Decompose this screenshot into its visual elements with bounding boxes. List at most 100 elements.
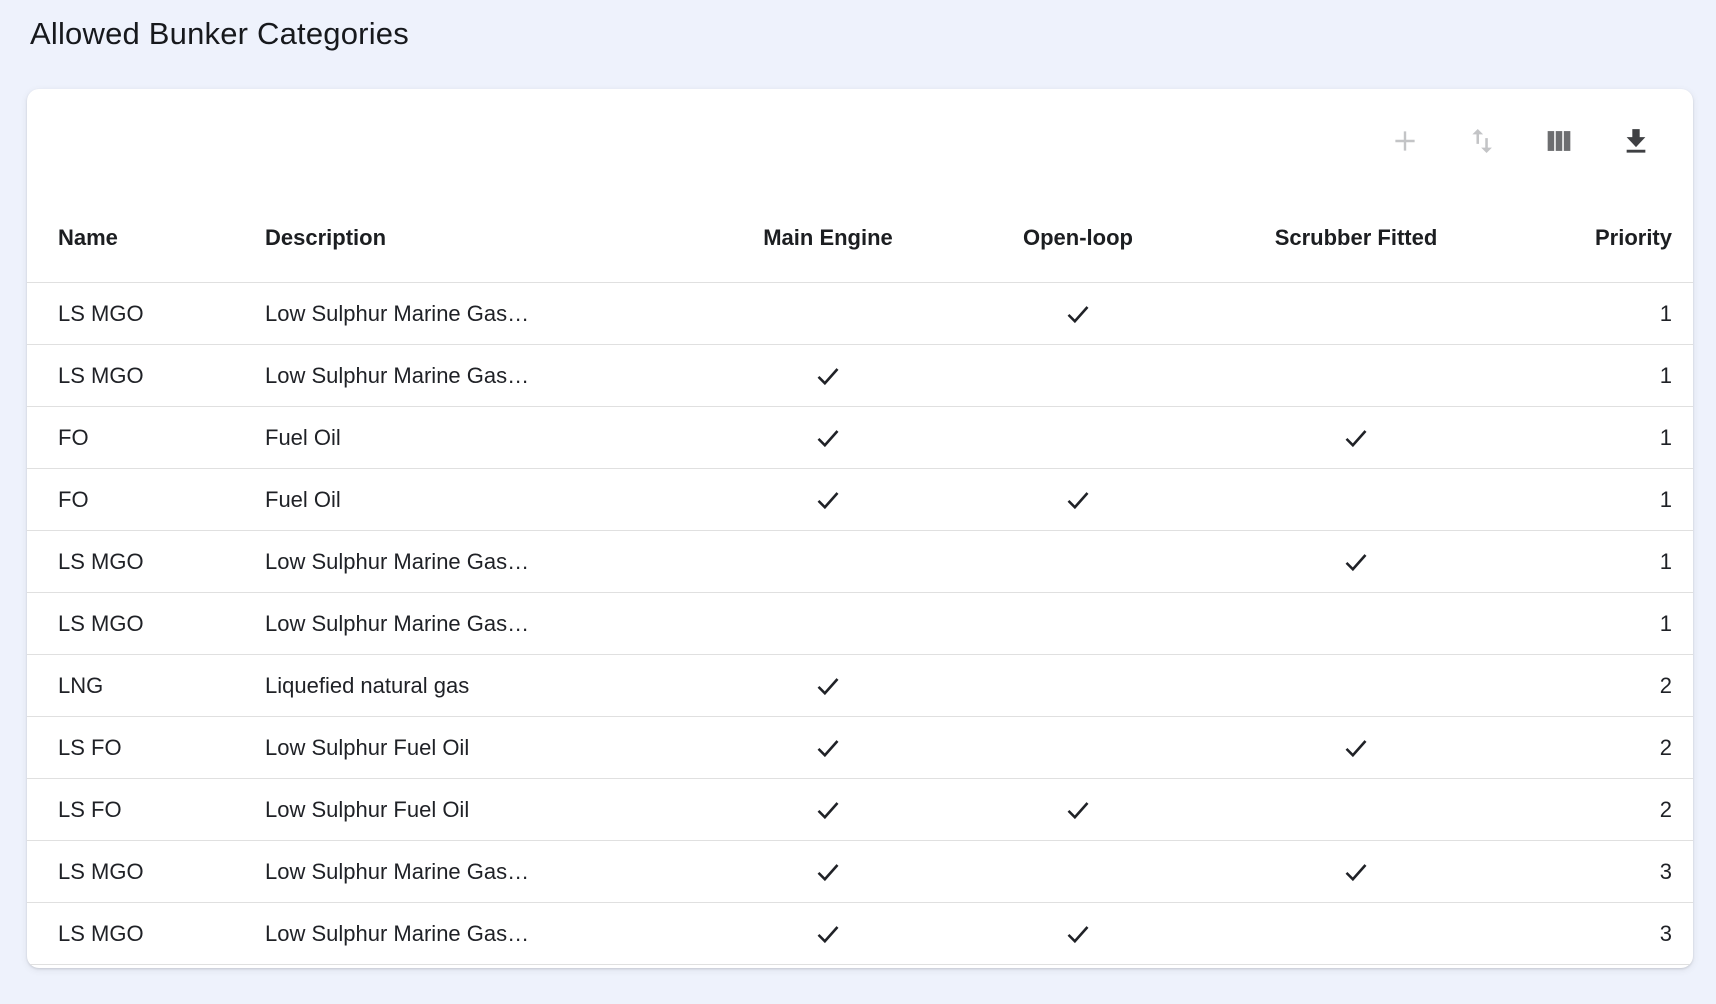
- cell-name: FO: [27, 407, 234, 468]
- cell-name: LS FO: [27, 717, 234, 778]
- check-icon: [1063, 795, 1093, 825]
- cell-main-engine: [654, 407, 1002, 468]
- cell-main-engine: [654, 593, 1002, 654]
- cell-priority: 1: [1558, 407, 1693, 468]
- download-icon: [1619, 124, 1653, 158]
- table-row[interactable]: LNG Liquefied natural gas: [27, 655, 1693, 717]
- cell-main-engine: [654, 531, 1002, 592]
- cell-scrubber-fitted: [1154, 407, 1558, 468]
- cell-open-loop: [1002, 655, 1154, 716]
- cell-description: Low Sulphur Marine Gas…: [234, 593, 654, 654]
- cell-open-loop: [1002, 531, 1154, 592]
- cell-scrubber-fitted: [1154, 903, 1558, 964]
- cell-name: LS MGO: [27, 283, 234, 344]
- cell-priority: 1: [1558, 469, 1693, 530]
- check-icon: [813, 361, 843, 391]
- table-row[interactable]: LS MGO Low Sulphur Marine Gas…: [27, 903, 1693, 965]
- cell-main-engine: [654, 345, 1002, 406]
- cell-open-loop: [1002, 841, 1154, 902]
- cell-priority: 1: [1558, 345, 1693, 406]
- check-icon: [1341, 547, 1371, 577]
- columns-button[interactable]: [1539, 121, 1579, 161]
- cell-priority: 2: [1558, 717, 1693, 778]
- check-icon: [813, 795, 843, 825]
- table-header: Name Description Main Engine Open-loop S…: [27, 193, 1693, 283]
- table-row[interactable]: LS MGO Low Sulphur Marine Gas…: [27, 841, 1693, 903]
- cell-main-engine: [654, 717, 1002, 778]
- cell-scrubber-fitted: [1154, 531, 1558, 592]
- cell-open-loop: [1002, 469, 1154, 530]
- cell-main-engine: [654, 469, 1002, 530]
- cell-scrubber-fitted: [1154, 717, 1558, 778]
- cell-name: FO: [27, 469, 234, 530]
- check-icon: [1341, 423, 1371, 453]
- cell-priority: 3: [1558, 903, 1693, 964]
- bunker-categories-card: Name Description Main Engine Open-loop S…: [27, 89, 1693, 968]
- cell-open-loop: [1002, 903, 1154, 964]
- check-icon: [813, 733, 843, 763]
- cell-priority: 3: [1558, 841, 1693, 902]
- check-icon: [1063, 919, 1093, 949]
- check-icon: [1341, 857, 1371, 887]
- cell-open-loop: [1002, 407, 1154, 468]
- sort-button[interactable]: [1462, 121, 1502, 161]
- cell-scrubber-fitted: [1154, 593, 1558, 654]
- check-icon: [1063, 299, 1093, 329]
- cell-description: Low Sulphur Fuel Oil: [234, 717, 654, 778]
- cell-open-loop: [1002, 779, 1154, 840]
- cell-description: Low Sulphur Marine Gas…: [234, 841, 654, 902]
- cell-name: LS MGO: [27, 903, 234, 964]
- check-icon: [1063, 485, 1093, 515]
- columns-icon: [1542, 124, 1576, 158]
- cell-open-loop: [1002, 283, 1154, 344]
- table-row[interactable]: LS FO Low Sulphur Fuel Oil: [27, 779, 1693, 841]
- table-row[interactable]: FO Fuel Oil: [27, 469, 1693, 531]
- table-row[interactable]: LS MGO Low Sulphur Marine Gas…: [27, 593, 1693, 655]
- check-icon: [1341, 733, 1371, 763]
- cell-name: LS FO: [27, 779, 234, 840]
- cell-name: LNG: [27, 655, 234, 716]
- cell-description: Low Sulphur Marine Gas…: [234, 903, 654, 964]
- cell-main-engine: [654, 283, 1002, 344]
- table-row[interactable]: LS MGO Low Sulphur Marine Gas…: [27, 283, 1693, 345]
- cell-description: Liquefied natural gas: [234, 655, 654, 716]
- cell-main-engine: [654, 841, 1002, 902]
- table-row[interactable]: LS FO Low Sulphur Fuel Oil: [27, 717, 1693, 779]
- column-header-description[interactable]: Description: [234, 193, 654, 282]
- cell-description: Fuel Oil: [234, 469, 654, 530]
- cell-priority: 1: [1558, 283, 1693, 344]
- cell-main-engine: [654, 779, 1002, 840]
- check-icon: [813, 423, 843, 453]
- check-icon: [813, 919, 843, 949]
- cell-description: Low Sulphur Fuel Oil: [234, 779, 654, 840]
- cell-scrubber-fitted: [1154, 283, 1558, 344]
- table-row[interactable]: LS MGO Low Sulphur Marine Gas…: [27, 531, 1693, 593]
- export-button[interactable]: [1616, 121, 1656, 161]
- table-body: LS MGO Low Sulphur Marine Gas…: [27, 283, 1693, 965]
- cell-name: LS MGO: [27, 345, 234, 406]
- cell-priority: 1: [1558, 593, 1693, 654]
- column-header-main-engine[interactable]: Main Engine: [654, 193, 1002, 282]
- plus-icon: [1388, 124, 1422, 158]
- add-button[interactable]: [1385, 121, 1425, 161]
- check-icon: [813, 671, 843, 701]
- column-header-name[interactable]: Name: [27, 193, 234, 282]
- check-icon: [813, 485, 843, 515]
- cell-description: Low Sulphur Marine Gas…: [234, 345, 654, 406]
- table-row[interactable]: FO Fuel Oil: [27, 407, 1693, 469]
- cell-scrubber-fitted: [1154, 469, 1558, 530]
- cell-description: Low Sulphur Marine Gas…: [234, 283, 654, 344]
- cell-description: Low Sulphur Marine Gas…: [234, 531, 654, 592]
- column-header-open-loop[interactable]: Open-loop: [1002, 193, 1154, 282]
- cell-priority: 2: [1558, 655, 1693, 716]
- cell-open-loop: [1002, 345, 1154, 406]
- table-row[interactable]: LS MGO Low Sulphur Marine Gas…: [27, 345, 1693, 407]
- page-title: Allowed Bunker Categories: [30, 12, 1716, 56]
- column-header-priority[interactable]: Priority: [1558, 193, 1693, 282]
- column-header-scrubber-fitted[interactable]: Scrubber Fitted: [1154, 193, 1558, 282]
- cell-name: LS MGO: [27, 841, 234, 902]
- cell-scrubber-fitted: [1154, 779, 1558, 840]
- cell-name: LS MGO: [27, 531, 234, 592]
- cell-main-engine: [654, 655, 1002, 716]
- cell-name: LS MGO: [27, 593, 234, 654]
